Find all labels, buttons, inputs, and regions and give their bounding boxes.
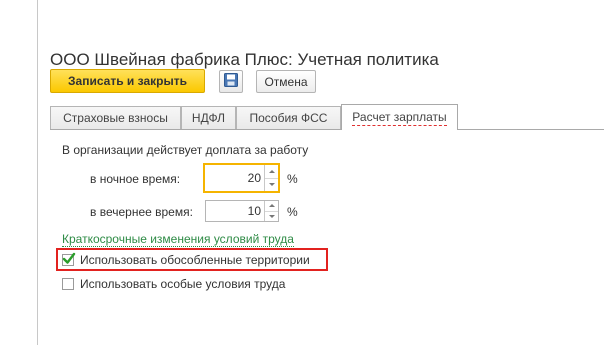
evening-time-label: в вечернее время: — [90, 205, 193, 219]
night-time-spin-buttons[interactable] — [264, 165, 278, 191]
special-conditions-option[interactable]: Использовать особые условия труда — [62, 277, 285, 291]
evening-time-value[interactable]: 10 — [206, 204, 264, 218]
tab-insurance-contributions[interactable]: Страховые взносы — [50, 106, 181, 129]
cancel-button[interactable]: Отмена — [256, 70, 316, 93]
form-left-border — [37, 0, 38, 345]
tab-label: НДФЛ — [191, 111, 226, 125]
evening-time-spin-buttons[interactable] — [264, 201, 278, 221]
separate-territories-label: Использовать обособленные территории — [80, 253, 310, 267]
spin-down-icon[interactable] — [265, 210, 278, 222]
tab-label: Пособия ФСС — [249, 111, 328, 125]
tab-fss-benefits[interactable]: Пособия ФСС — [236, 106, 341, 129]
evening-time-unit: % — [287, 205, 298, 219]
checkmark-icon — [62, 252, 76, 264]
surcharge-heading: В организации действует доплата за работ… — [62, 143, 309, 157]
page-title: ООО Швейная фабрика Плюс: Учетная полити… — [50, 50, 439, 70]
night-time-label: в ночное время: — [90, 172, 181, 186]
spin-up-icon[interactable] — [265, 201, 278, 211]
spin-up-icon[interactable] — [265, 165, 278, 178]
tab-ndfl[interactable]: НДФЛ — [181, 106, 236, 129]
spin-down-icon[interactable] — [265, 177, 278, 192]
evening-time-stepper[interactable]: 10 — [205, 200, 279, 222]
tab-strip-border — [50, 129, 604, 130]
night-time-stepper[interactable]: 20 — [203, 163, 280, 193]
floppy-disk-icon — [224, 73, 238, 90]
special-conditions-checkbox[interactable] — [62, 278, 74, 290]
tab-payroll-calculation[interactable]: Расчет зарплаты — [341, 104, 458, 130]
save-and-close-button[interactable]: Записать и закрыть — [50, 69, 205, 93]
special-conditions-label: Использовать особые условия труда — [80, 277, 286, 291]
separate-territories-option[interactable]: Использовать обособленные территории — [62, 252, 310, 267]
separate-territories-checkbox[interactable] — [62, 252, 76, 266]
short-term-conditions-section-link[interactable]: Краткосрочные изменения условий труда — [62, 233, 294, 247]
night-time-value[interactable]: 20 — [205, 171, 264, 185]
tab-label: Страховые взносы — [63, 111, 168, 125]
night-time-unit: % — [287, 172, 298, 186]
tab-label: Расчет зарплаты — [352, 109, 447, 126]
save-button[interactable] — [219, 70, 243, 93]
